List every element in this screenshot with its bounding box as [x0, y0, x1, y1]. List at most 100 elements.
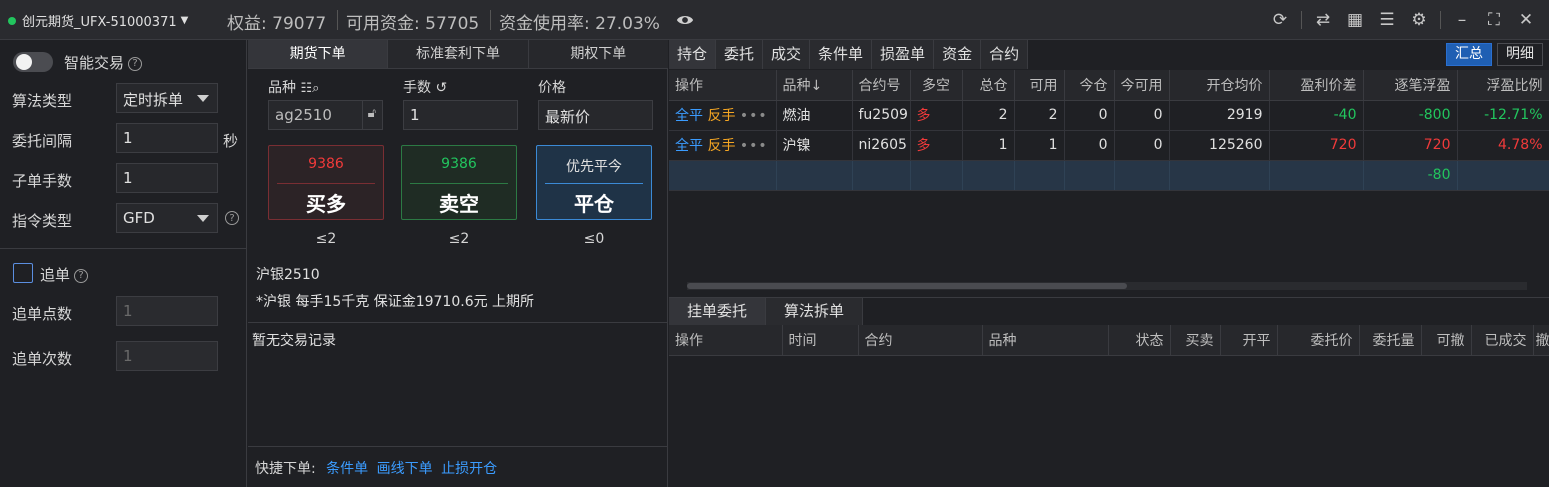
- col-header[interactable]: 时间: [782, 325, 859, 356]
- tab-options-order[interactable]: 期权下单: [529, 40, 668, 68]
- more-icon[interactable]: •••: [740, 108, 768, 124]
- col-header[interactable]: 操作: [669, 325, 783, 356]
- interval-input[interactable]: 1: [116, 123, 218, 153]
- sum-cell: [669, 160, 777, 191]
- col-header[interactable]: 合约号: [852, 70, 911, 101]
- close-all-link[interactable]: 全平: [675, 108, 703, 124]
- symbol-input[interactable]: ag2510 🔓︎: [268, 100, 383, 130]
- col-header[interactable]: 已成交: [1471, 325, 1534, 356]
- positions-header-row: 操作 品种↓ 合约号 多空 总仓 可用 今仓 今可用 开仓均价 盈利价差 逐笔浮…: [669, 70, 1549, 101]
- close-icon[interactable]: ✕: [1515, 9, 1537, 31]
- help-icon[interactable]: ?: [74, 268, 89, 283]
- sell-limit: ≤2: [448, 231, 470, 247]
- col-header[interactable]: 盈利价差: [1269, 70, 1364, 101]
- col-header[interactable]: 合约: [858, 325, 983, 356]
- summary-button[interactable]: 汇总: [1446, 43, 1492, 66]
- account-selector[interactable]: 创元期货_UFX-51000371 ▼: [8, 11, 188, 30]
- col-header[interactable]: 浮盈比例: [1457, 70, 1549, 101]
- transfer-icon[interactable]: ⇄: [1312, 9, 1334, 31]
- sum-cell: [962, 160, 1015, 191]
- quick-stop-open-link[interactable]: 止损开仓: [441, 461, 497, 477]
- quick-conditional-link[interactable]: 条件单: [326, 461, 368, 477]
- sell-short-button[interactable]: 9386 卖空: [401, 145, 517, 220]
- tab-conditional[interactable]: 条件单: [810, 40, 873, 69]
- close-position-button[interactable]: 优先平今 平仓: [536, 145, 652, 220]
- smart-trade-toggle[interactable]: [13, 52, 53, 72]
- qty-input[interactable]: 1: [403, 100, 518, 130]
- divider: [545, 183, 643, 184]
- help-icon[interactable]: ?: [128, 56, 143, 71]
- sum-cell: [776, 160, 853, 191]
- col-header[interactable]: 逐笔浮盈: [1363, 70, 1458, 101]
- col-header[interactable]: 品种: [982, 325, 1109, 356]
- col-header[interactable]: 总仓: [962, 70, 1015, 101]
- calculator-icon[interactable]: ▦: [1344, 9, 1366, 31]
- help-icon[interactable]: ?: [225, 211, 239, 225]
- tab-contracts[interactable]: 合约: [981, 40, 1029, 69]
- col-header[interactable]: 可用: [1014, 70, 1065, 101]
- tab-futures-order[interactable]: 期货下单: [248, 40, 389, 68]
- col-header[interactable]: 开平: [1220, 325, 1278, 356]
- child-qty-input[interactable]: 1: [116, 163, 218, 193]
- tab-algo-split[interactable]: 算法拆单: [766, 298, 864, 325]
- col-header[interactable]: 开仓均价: [1169, 70, 1270, 101]
- buy-long-button[interactable]: 9386 买多: [268, 145, 384, 220]
- col-header[interactable]: 状态: [1108, 325, 1171, 356]
- user-list-icon[interactable]: ☰: [1376, 9, 1398, 31]
- lock-icon[interactable]: 🔓︎: [368, 106, 376, 121]
- scrollbar-thumb[interactable]: [687, 283, 1127, 289]
- col-header[interactable]: 委托价: [1277, 325, 1360, 356]
- tab-orders[interactable]: 委托: [716, 40, 764, 69]
- divider: [337, 10, 338, 30]
- table-row[interactable]: 全平 反手 ••• 沪镍 ni2605 多 1 1 0 0 125260 720…: [669, 130, 1549, 161]
- maximize-icon[interactable]: ⛶: [1483, 9, 1505, 31]
- price-label: 价格: [538, 80, 566, 96]
- eye-icon[interactable]: [676, 11, 694, 29]
- pending-orders-table: 操作 时间 合约 品种 状态 买卖 开平 委托价 委托量 可撤 已成交 撤: [669, 325, 1549, 356]
- horizontal-scrollbar[interactable]: [687, 282, 1527, 290]
- cell-pnl: -800: [1363, 100, 1458, 131]
- close-all-link[interactable]: 全平: [675, 138, 703, 154]
- cell-name: 燃油: [776, 100, 853, 131]
- detail-button[interactable]: 明细: [1497, 43, 1543, 66]
- col-header[interactable]: 今可用: [1114, 70, 1170, 101]
- orders-header-row: 操作 时间 合约 品种 状态 买卖 开平 委托价 委托量 可撤 已成交 撤: [669, 325, 1549, 356]
- col-header[interactable]: 操作: [669, 70, 777, 101]
- algo-type-select[interactable]: 定时拆单: [116, 83, 218, 113]
- reverse-link[interactable]: 反手: [707, 108, 735, 124]
- tab-funds[interactable]: 资金: [934, 40, 982, 69]
- chase-points-input[interactable]: 1: [116, 296, 218, 326]
- search-list-icon[interactable]: ☷⌕: [300, 81, 319, 96]
- reset-icon[interactable]: ↺: [435, 80, 447, 96]
- col-header[interactable]: 多空: [910, 70, 963, 101]
- minimize-icon[interactable]: –: [1451, 9, 1473, 31]
- reverse-link[interactable]: 反手: [707, 138, 735, 154]
- divider: [1440, 11, 1441, 29]
- close-label: 平仓: [574, 192, 614, 216]
- col-header[interactable]: 今仓: [1064, 70, 1115, 101]
- refresh-icon[interactable]: ⟳: [1269, 9, 1291, 31]
- price-input[interactable]: 最新价: [538, 100, 653, 130]
- divider: [248, 322, 668, 323]
- more-icon[interactable]: •••: [740, 138, 768, 154]
- settings-icon[interactable]: ⚙: [1408, 9, 1430, 31]
- tab-arbitrage-order[interactable]: 标准套利下单: [388, 40, 529, 68]
- tab-trades[interactable]: 成交: [763, 40, 811, 69]
- col-header[interactable]: 撤: [1533, 325, 1549, 356]
- chase-count-input[interactable]: 1: [116, 341, 218, 371]
- sum-cell: [910, 160, 963, 191]
- tab-pending-orders[interactable]: 挂单委托: [669, 298, 767, 325]
- divider: [410, 183, 508, 184]
- instr-type-select[interactable]: GFD: [116, 203, 218, 233]
- tab-stop-profit[interactable]: 损盈单: [872, 40, 935, 69]
- tab-positions[interactable]: 持仓: [669, 40, 717, 69]
- col-header[interactable]: 品种↓: [776, 70, 853, 101]
- table-row[interactable]: 全平 反手 ••• 燃油 fu2509 多 2 2 0 0 2919 -40 -…: [669, 100, 1549, 131]
- chase-order-checkbox[interactable]: [13, 263, 33, 283]
- sum-cell: [1169, 160, 1270, 191]
- quick-line-order-link[interactable]: 画线下单: [377, 461, 433, 477]
- col-header[interactable]: 可撤: [1421, 325, 1472, 356]
- col-header[interactable]: 买卖: [1170, 325, 1221, 356]
- col-header[interactable]: 委托量: [1359, 325, 1422, 356]
- sum-cell: [1269, 160, 1364, 191]
